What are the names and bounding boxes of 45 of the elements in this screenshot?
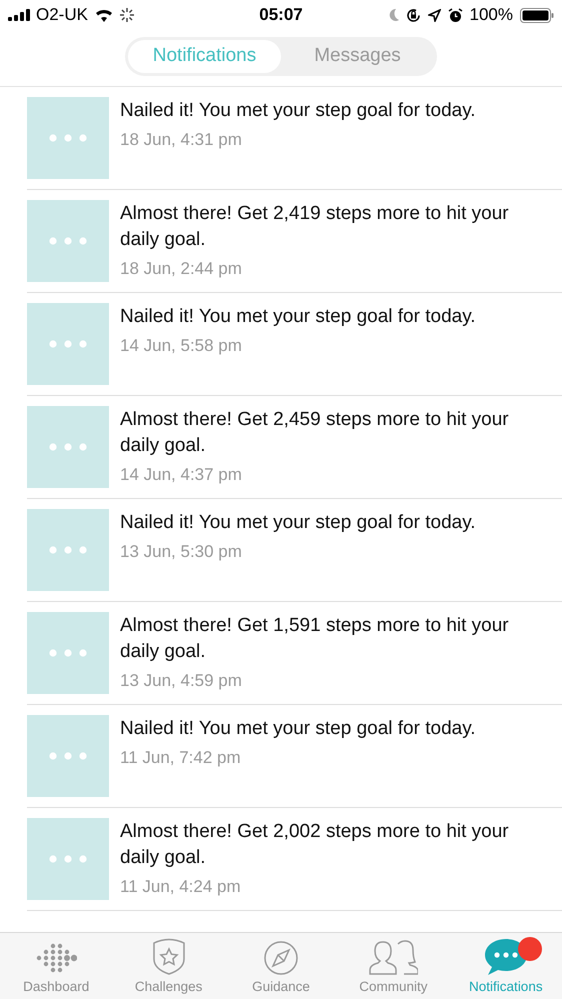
notification-time: 14 Jun, 5:58 pm (120, 335, 243, 357)
location-arrow-icon (428, 8, 441, 22)
ellipsis-icon (49, 134, 87, 142)
tab-bar-item[interactable]: Dashboard (0, 933, 112, 999)
ellipsis-icon (49, 237, 87, 245)
notification-message: Nailed it! You met your step goal for today. (120, 717, 476, 741)
tab-bar-item[interactable]: Guidance (224, 933, 338, 999)
segment-tab[interactable]: Messages (281, 40, 434, 73)
star-shield-icon (152, 938, 186, 976)
rotation-lock-icon (406, 8, 421, 22)
notification-time: 13 Jun, 5:30 pm (120, 541, 243, 563)
ellipsis-icon (49, 649, 87, 657)
notification-message: Nailed it! You met your step goal for today. (120, 511, 476, 535)
tab-bar-item[interactable]: Community (337, 933, 450, 999)
notification-time: 18 Jun, 2:44 pm (120, 258, 243, 280)
moon-icon (386, 8, 399, 22)
battery-percentage: 100% (470, 4, 513, 26)
ellipsis-icon (49, 855, 87, 863)
carrier-name: O2-UK (36, 4, 88, 26)
clock-time: 05:07 (258, 4, 304, 26)
battery-icon (520, 8, 554, 22)
notification-time: 18 Jun, 4:31 pm (120, 129, 243, 151)
notification-message: Almost there! Get 2,002 steps more to hit your daily goal. (120, 820, 510, 870)
ellipsis-icon (49, 752, 87, 760)
signal-icon (8, 9, 30, 21)
notification-message: Almost there! Get 2,419 steps more to hit your daily goal. (120, 202, 510, 252)
loading-icon (120, 8, 134, 22)
notification-message: Nailed it! You met your step goal for today. (120, 305, 476, 329)
segment-tab[interactable]: Notifications (128, 40, 281, 73)
notification-time: 11 Jun, 4:24 pm (120, 876, 242, 898)
compass-icon (263, 940, 300, 976)
notification-message: Nailed it! You met your step goal for today. (120, 99, 476, 123)
notification-message: Almost there! Get 2,459 steps more to hit your daily goal. (120, 408, 510, 458)
notification-message: Almost there! Get 1,591 steps more to hit your daily goal. (120, 614, 510, 664)
notification-time: 11 Jun, 7:42 pm (120, 747, 242, 769)
tab-bar-item[interactable]: Notifications (450, 933, 562, 999)
wifi-icon (94, 8, 114, 22)
notification-time: 14 Jun, 4:37 pm (120, 464, 243, 486)
people-icon (368, 940, 418, 976)
alarm-clock-icon (448, 8, 463, 22)
ellipsis-icon (49, 546, 87, 554)
tab-bar-item[interactable]: Challenges (112, 933, 225, 999)
notification-time: 13 Jun, 4:59 pm (120, 670, 243, 692)
ellipsis-icon (49, 443, 87, 451)
ellipsis-icon (49, 340, 87, 348)
